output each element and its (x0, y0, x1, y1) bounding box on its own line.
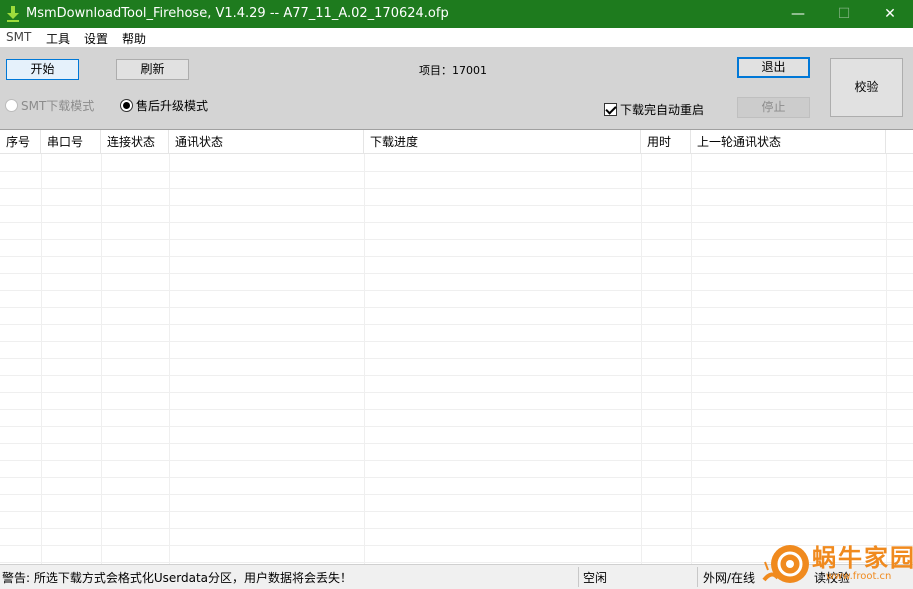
verify-button[interactable]: 校验 (830, 58, 903, 117)
title-bar: MsmDownloadTool_Firehose, V1.4.29 -- A77… (0, 0, 913, 28)
menu-tools[interactable]: 工具 (46, 30, 70, 47)
snail-logo-icon (762, 545, 809, 583)
grid-row-line (0, 205, 913, 206)
grid-row-line (0, 256, 913, 257)
stop-button[interactable]: 停止 (737, 97, 810, 118)
grid-row-line (0, 324, 913, 325)
close-button[interactable]: ✕ (867, 0, 913, 28)
checkmark-icon (604, 103, 617, 116)
start-button[interactable]: 开始 (6, 59, 79, 80)
grid-row-line (0, 341, 913, 342)
grid-row-line (0, 392, 913, 393)
column-header-progress[interactable]: 下载进度 (364, 130, 641, 154)
column-header-time[interactable]: 用时 (641, 130, 691, 154)
column-header-connection[interactable]: 连接状态 (101, 130, 169, 154)
menu-settings[interactable]: 设置 (84, 30, 108, 47)
grid-row-line (0, 443, 913, 444)
column-header-last-status[interactable]: 上一轮通讯状态 (691, 130, 886, 154)
watermark-name: 蜗牛家园 (812, 543, 913, 572)
exit-button[interactable]: 退出 (737, 57, 810, 78)
grid-row-line (0, 239, 913, 240)
grid-row-line (0, 494, 913, 495)
radio-circle-icon (5, 99, 18, 112)
aftersale-mode-radio[interactable]: 售后升级模式 (120, 97, 208, 114)
auto-reboot-label: 下载完自动重启 (620, 103, 705, 117)
maximize-button[interactable]: ☐ (821, 0, 867, 28)
menu-help[interactable]: 帮助 (122, 30, 146, 47)
project-label: 项目： (419, 64, 452, 77)
menu-bar: SMT 工具 设置 帮助 (0, 28, 913, 47)
download-arrow-icon (7, 6, 19, 22)
minimize-button[interactable]: — (775, 0, 821, 28)
column-header-port[interactable]: 串口号 (41, 130, 101, 154)
control-panel: 开始 刷新 项目：17001 退出 停止 校验 SMT下载模式 售后升级模式 下… (0, 47, 913, 130)
grid-row-line (0, 290, 913, 291)
table-body (0, 154, 913, 564)
grid-row-line (0, 171, 913, 172)
grid-row-line (0, 222, 913, 223)
network-state: 外网/在线 (703, 571, 756, 585)
auto-reboot-checkbox[interactable]: 下载完自动重启 (604, 101, 704, 118)
refresh-button[interactable]: 刷新 (116, 59, 189, 80)
grid-row-line (0, 188, 913, 189)
grid-row-line (0, 477, 913, 478)
warning-message: 警告: 所选下载方式会格式化Userdata分区，用户数据将会丢失！ (2, 571, 353, 585)
grid-row-line (0, 426, 913, 427)
smt-mode-label: SMT下载模式 (21, 99, 95, 113)
column-header-communication[interactable]: 通讯状态 (169, 130, 364, 154)
watermark-url: www.froot.cn (826, 571, 892, 582)
radio-selected-icon (120, 99, 133, 112)
project-value: 17001 (452, 64, 487, 77)
grid-row-line (0, 511, 913, 512)
table-header: 序号 串口号 连接状态 通讯状态 下载进度 用时 上一轮通讯状态 (0, 130, 913, 154)
window-title: MsmDownloadTool_Firehose, V1.4.29 -- A77… (26, 6, 449, 21)
grid-row-line (0, 375, 913, 376)
grid-row-line (0, 528, 913, 529)
aftersale-mode-label: 售后升级模式 (136, 99, 209, 113)
grid-row-line (0, 307, 913, 308)
grid-row-line (0, 358, 913, 359)
grid-row-line (0, 460, 913, 461)
smt-mode-radio[interactable]: SMT下载模式 (5, 97, 94, 114)
column-header-index[interactable]: 序号 (0, 130, 41, 154)
menu-smt[interactable]: SMT (6, 30, 31, 44)
grid-row-line (0, 273, 913, 274)
watermark: 蜗牛家园 www.froot.cn (762, 538, 913, 588)
device-table[interactable]: 序号 串口号 连接状态 通讯状态 下载进度 用时 上一轮通讯状态 (0, 130, 913, 564)
device-state: 空闲 (583, 571, 608, 585)
project-info: 项目：17001 (419, 62, 487, 78)
grid-row-line (0, 409, 913, 410)
